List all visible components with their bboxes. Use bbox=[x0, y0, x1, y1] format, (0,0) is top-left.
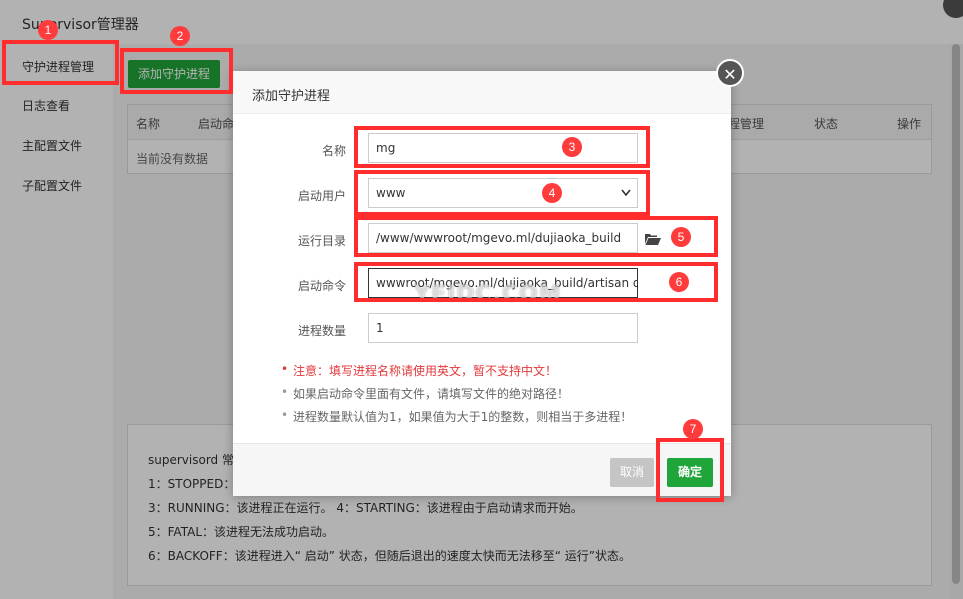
note-warning: 注意：填写进程名称请使用英文，暂不支持中文！ bbox=[281, 362, 632, 385]
help-notes: 注意：填写进程名称请使用英文，暂不支持中文！ 如果启动命令里面有文件，请填写文件… bbox=[281, 362, 632, 431]
highlight-box bbox=[354, 216, 718, 257]
highlight-box bbox=[354, 126, 650, 168]
annotation-badge: 5 bbox=[671, 227, 691, 247]
highlight-box bbox=[656, 438, 724, 502]
annotation-badge: 7 bbox=[683, 419, 703, 439]
highlight-box bbox=[120, 48, 233, 94]
cancel-button[interactable]: 取消 bbox=[610, 458, 654, 487]
note-path: 如果启动命令里面有文件，请填写文件的绝对路径！ bbox=[281, 385, 632, 408]
highlight-box bbox=[2, 40, 119, 85]
name-label: 名称 bbox=[321, 144, 346, 158]
note-count: 进程数量默认值为1，如果值为大于1的整数，则相当于多进程！ bbox=[281, 408, 632, 431]
count-label: 进程数量 bbox=[297, 324, 346, 338]
dialog-header: 添加守护进程 bbox=[233, 71, 731, 114]
highlight-box bbox=[354, 170, 650, 216]
annotation-badge: 4 bbox=[542, 183, 562, 203]
annotation-badge: 1 bbox=[38, 20, 58, 40]
annotation-badge: 6 bbox=[669, 272, 689, 292]
dialog-title: 添加守护进程 bbox=[252, 89, 331, 104]
dir-label: 运行目录 bbox=[297, 234, 346, 248]
user-label: 启动用户 bbox=[297, 189, 346, 203]
count-input[interactable]: 1 bbox=[368, 313, 638, 343]
annotation-badge: 2 bbox=[170, 26, 190, 46]
cmd-label: 启动命令 bbox=[297, 279, 346, 293]
annotation-badge: 3 bbox=[562, 137, 582, 157]
highlight-box bbox=[354, 262, 718, 302]
close-icon[interactable]: ✕ bbox=[716, 59, 744, 87]
